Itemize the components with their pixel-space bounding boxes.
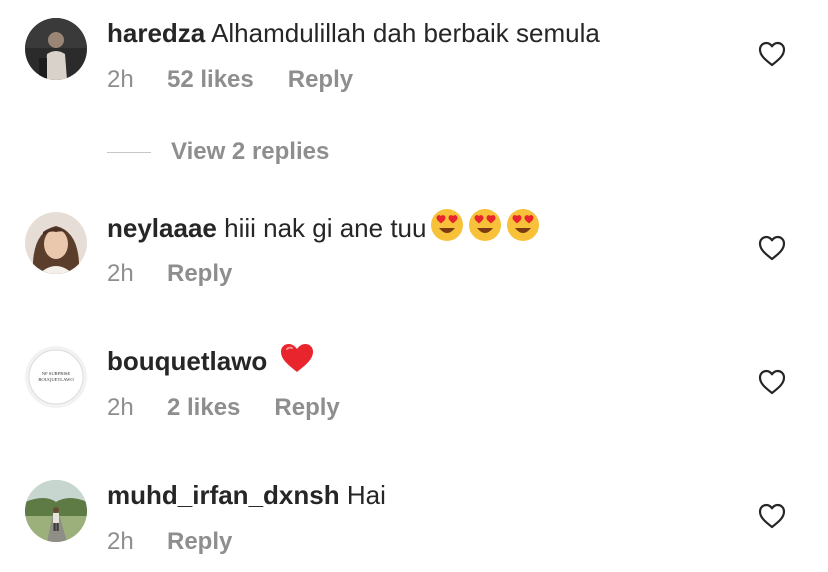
view-replies-button[interactable]: View 2 replies bbox=[171, 138, 329, 166]
comment-time: 2h bbox=[107, 394, 134, 421]
replies-divider bbox=[107, 152, 151, 153]
heart-eyes-emoji bbox=[430, 208, 464, 248]
comment-text-line: bouquetlawo bbox=[107, 344, 315, 380]
reply-button[interactable]: Reply bbox=[167, 260, 232, 288]
username[interactable]: haredza bbox=[107, 18, 205, 48]
heart-outline-icon[interactable] bbox=[758, 235, 786, 261]
red-heart-emoji bbox=[279, 342, 315, 380]
comment-text: Hai bbox=[346, 480, 386, 510]
avatar[interactable]: NF SURPRISE BOUQUETLAWO bbox=[25, 346, 87, 408]
username[interactable]: neylaaae bbox=[107, 213, 217, 243]
username[interactable]: muhd_irfan_dxnsh bbox=[107, 480, 340, 510]
comment-meta: 2h 52 likes Reply bbox=[107, 66, 353, 94]
comment-text-line: neylaaae hiii nak gi ane tuu bbox=[107, 209, 540, 248]
heart-eyes-emoji bbox=[506, 208, 540, 248]
likes-count[interactable]: 52 likes bbox=[167, 66, 254, 94]
reply-button[interactable]: Reply bbox=[167, 528, 232, 556]
comment-text-line: muhd_irfan_dxnsh Hai bbox=[107, 480, 386, 510]
comment-text-line: haredza Alhamdulillah dah berbaik semula bbox=[107, 18, 600, 48]
avatar[interactable] bbox=[25, 18, 87, 80]
reply-button[interactable]: Reply bbox=[288, 66, 353, 94]
heart-outline-icon[interactable] bbox=[758, 369, 786, 395]
comment-time: 2h bbox=[107, 528, 134, 555]
heart-eyes-emoji bbox=[468, 208, 502, 248]
comment-meta: 2h Reply bbox=[107, 260, 232, 288]
likes-count[interactable]: 2 likes bbox=[167, 394, 240, 422]
heart-outline-icon[interactable] bbox=[758, 503, 786, 529]
comment-text: hiii nak gi ane tuu bbox=[224, 212, 427, 243]
comment-meta: 2h 2 likes Reply bbox=[107, 394, 340, 422]
avatar-logo-text: NF SURPRISE bbox=[42, 371, 71, 376]
username[interactable]: bouquetlawo bbox=[107, 346, 267, 376]
comment-time: 2h bbox=[107, 66, 134, 93]
avatar-logo-text: BOUQUETLAWO bbox=[38, 377, 74, 382]
avatar[interactable] bbox=[25, 480, 87, 542]
comment-text: Alhamdulillah dah berbaik semula bbox=[211, 18, 600, 48]
heart-outline-icon[interactable] bbox=[758, 41, 786, 67]
reply-button[interactable]: Reply bbox=[274, 394, 339, 422]
comment-meta: 2h Reply bbox=[107, 528, 232, 556]
avatar[interactable] bbox=[25, 212, 87, 274]
comment-time: 2h bbox=[107, 260, 134, 287]
